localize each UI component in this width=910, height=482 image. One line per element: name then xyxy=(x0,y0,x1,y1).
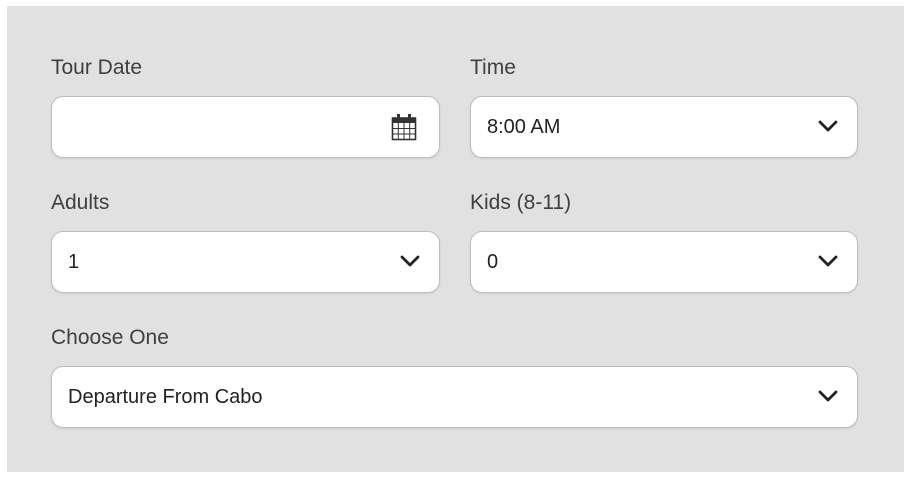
choose-one-label: Choose One xyxy=(51,326,169,349)
choose-one-selected-value: Departure From Cabo xyxy=(68,386,263,408)
chevron-down-icon xyxy=(400,255,420,267)
tour-date-input[interactable] xyxy=(51,96,440,158)
time-select[interactable]: 8:00 AM xyxy=(470,96,858,158)
calendar-icon[interactable] xyxy=(391,113,417,141)
kids-label: Kids (8-11) xyxy=(470,191,572,214)
chevron-down-icon xyxy=(818,390,838,402)
kids-select[interactable]: 0 xyxy=(470,231,858,293)
choose-one-select[interactable]: Departure From Cabo xyxy=(51,366,858,428)
adults-label: Adults xyxy=(51,191,110,214)
time-selected-value: 8:00 AM xyxy=(487,116,561,138)
booking-form-panel: Tour Date Time 8:00 AM Adults 1 Kids (8-… xyxy=(7,6,904,472)
chevron-down-icon xyxy=(818,255,838,267)
adults-select[interactable]: 1 xyxy=(51,231,440,293)
chevron-down-icon xyxy=(818,120,838,132)
adults-selected-value: 1 xyxy=(68,251,80,273)
tour-date-label: Tour Date xyxy=(51,56,143,79)
time-label: Time xyxy=(470,56,516,79)
kids-selected-value: 0 xyxy=(487,251,499,273)
